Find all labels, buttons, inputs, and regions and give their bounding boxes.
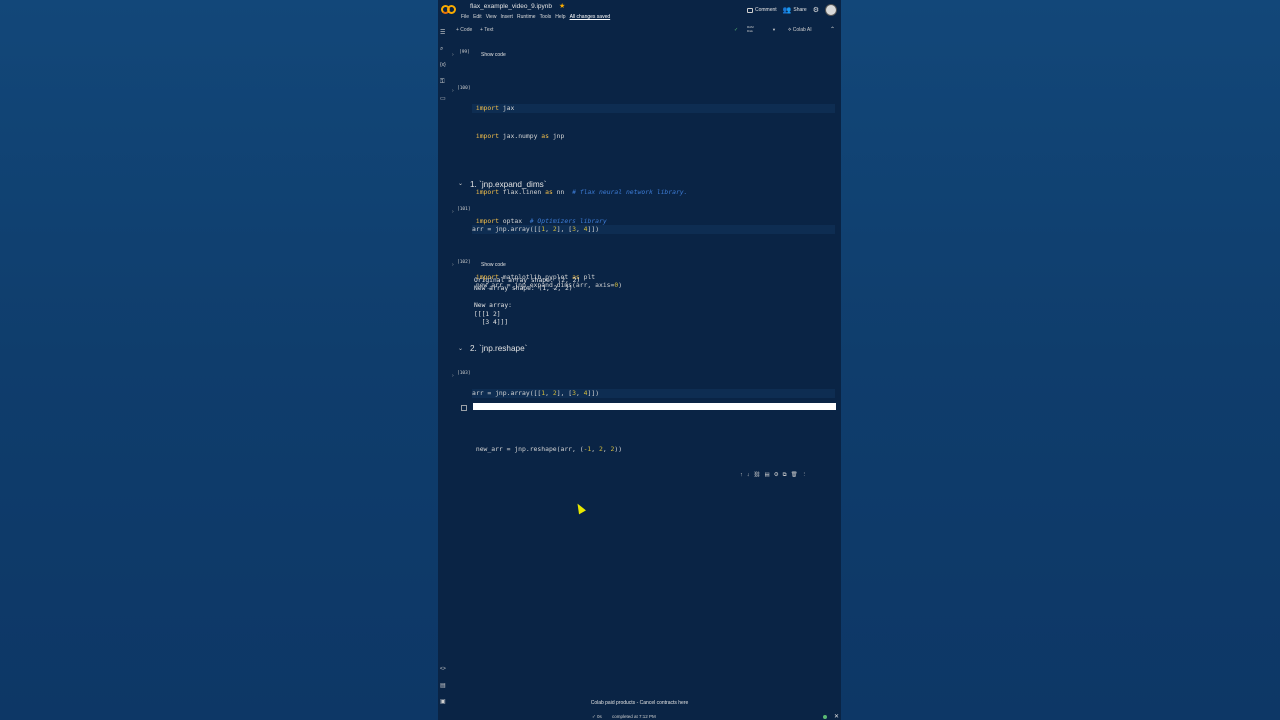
menu-help[interactable]: Help xyxy=(555,14,565,20)
add-code-button[interactable]: + Code xyxy=(456,27,472,33)
footer-links: Colab paid products - Cancel contracts h… xyxy=(590,700,689,706)
section-collapse-icon[interactable]: ⌄ xyxy=(458,180,463,187)
menu-insert[interactable]: Insert xyxy=(500,14,513,20)
delete-icon[interactable]: 🗑 xyxy=(791,472,798,479)
variables-icon[interactable]: {x} xyxy=(440,62,446,68)
header-actions: Comment 👥 Share ⚙ xyxy=(746,4,837,16)
add-text-button[interactable]: + Text xyxy=(480,27,493,33)
cancel-contracts-link[interactable]: Cancel contracts here xyxy=(640,700,689,706)
command-palette-icon[interactable]: ▤ xyxy=(440,682,446,689)
share-icon: 👥 xyxy=(782,7,792,14)
cell-run-icon[interactable]: › xyxy=(452,88,454,94)
notebook-toolbar: + Code + Text ✓ RAM Disk ▼ ⟡ Colab AI ⌃ xyxy=(456,25,836,36)
menu-edit[interactable]: Edit xyxy=(473,14,482,20)
notebook-filename[interactable]: flax_example_video_9.ipynb xyxy=(470,3,552,10)
cell-output: Original array shape: (2, 2) New array sh… xyxy=(474,277,581,327)
code-cell-reshape[interactable]: arr = jnp.array([[1, 2], [3, 4]]) new_ar… xyxy=(472,370,835,473)
link-icon[interactable]: ⛓ xyxy=(754,472,761,479)
section-collapse-icon[interactable]: ⌄ xyxy=(458,345,463,352)
cell-run-icon[interactable]: › xyxy=(452,373,454,379)
colab-notebook-window: flax_example_video_9.ipynb ★ File Edit V… xyxy=(438,0,841,720)
menu-file[interactable]: File xyxy=(461,14,469,20)
cell-toolbar: ↑ ↓ ⛓ ▤ ⚙ ⧉ 🗑 ⋮ xyxy=(740,472,807,479)
share-button[interactable]: 👥 Share xyxy=(783,6,807,14)
cell-execution-count: [101] xyxy=(457,207,471,212)
more-options-icon[interactable]: ⋮ xyxy=(802,472,808,479)
cell-output-area xyxy=(473,403,836,410)
move-down-icon[interactable]: ↓ xyxy=(747,472,750,479)
chevron-down-icon[interactable]: ▼ xyxy=(772,27,776,32)
show-code-link[interactable]: Show code xyxy=(481,262,506,268)
colab-logo-icon[interactable] xyxy=(441,5,457,17)
cell-execution-count: [103] xyxy=(457,371,471,376)
cell-run-icon[interactable]: › xyxy=(452,52,454,58)
paid-products-link[interactable]: Colab paid products xyxy=(591,700,635,706)
cell-run-icon[interactable]: › xyxy=(452,262,454,268)
comment-button[interactable]: Comment xyxy=(746,7,777,13)
connection-status-dot xyxy=(823,715,827,719)
status-check-icon: ✓ 0s xyxy=(592,714,602,719)
colab-ai-button[interactable]: ⟡ Colab AI xyxy=(788,27,812,33)
files-folder-icon[interactable]: ▭ xyxy=(440,95,446,102)
mouse-cursor-icon xyxy=(574,501,586,515)
star-icon[interactable]: ★ xyxy=(559,2,565,10)
table-of-contents-icon[interactable]: ☰ xyxy=(440,29,445,36)
status-bar: ✓ 0s completed at 7:12 PM ✕ xyxy=(438,712,841,720)
section-heading: 2. `jnp.reshape` xyxy=(470,344,528,353)
code-snippets-icon[interactable]: <> xyxy=(440,666,446,672)
move-up-icon[interactable]: ↑ xyxy=(740,472,743,479)
avatar[interactable] xyxy=(825,4,837,16)
settings-gear-icon[interactable]: ⚙ xyxy=(813,6,819,14)
background-left xyxy=(0,0,438,720)
show-code-link[interactable]: Show code xyxy=(481,52,506,58)
menu-bar: File Edit View Insert Runtime Tools Help… xyxy=(461,14,610,20)
comment-icon[interactable]: ▤ xyxy=(764,472,769,479)
cell-execution-count: [99] xyxy=(459,50,470,55)
cell-execution-count: [102] xyxy=(457,260,471,265)
settings-gear-icon[interactable]: ⚙ xyxy=(774,472,779,479)
close-icon[interactable]: ✕ xyxy=(834,713,839,720)
status-completed-text: completed at 7:12 PM xyxy=(612,714,656,719)
section-heading: 1. `jnp.expand_dims` xyxy=(470,180,547,189)
output-toggle-icon[interactable] xyxy=(461,405,467,411)
connected-check-icon: ✓ xyxy=(734,27,739,33)
cell-run-icon[interactable]: › xyxy=(452,209,454,215)
chevron-up-icon[interactable]: ⌃ xyxy=(830,26,835,33)
mirror-cell-icon[interactable]: ⧉ xyxy=(783,472,787,479)
menu-runtime[interactable]: Runtime xyxy=(517,14,536,20)
comment-icon xyxy=(746,7,753,13)
menu-tools[interactable]: Tools xyxy=(540,14,552,20)
cell-execution-count: [100] xyxy=(457,86,471,91)
menu-view[interactable]: View xyxy=(486,14,497,20)
secrets-key-icon[interactable]: ⚿ xyxy=(440,79,445,86)
save-status[interactable]: All changes saved xyxy=(570,14,611,20)
ram-disk-indicator[interactable]: RAM Disk xyxy=(747,25,754,33)
background-right xyxy=(841,0,1280,720)
search-icon[interactable]: ⌕ xyxy=(440,46,443,53)
